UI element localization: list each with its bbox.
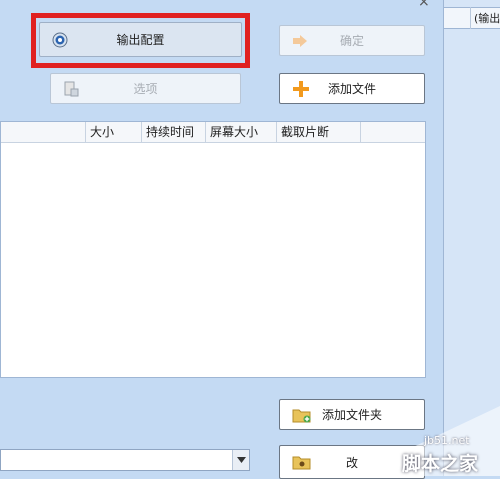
- right-panel-header: (输出: [444, 7, 500, 29]
- column-header-empty: [360, 122, 426, 142]
- folder-icon: [292, 454, 312, 470]
- table-header: 大小 持续时间 屏幕大小 截取片断: [1, 122, 425, 143]
- column-header-screen-size[interactable]: 屏幕大小: [205, 122, 276, 142]
- plus-icon: [292, 80, 310, 98]
- add-file-label: 添加文件: [327, 82, 376, 96]
- options-label: 选项: [133, 82, 158, 96]
- right-panel-header-label: (输出: [474, 12, 500, 25]
- main-panel: × 输出配置 确定 选项 添加文件 大小 持续时间 屏幕大小 截取片断 添加文件…: [0, 0, 443, 479]
- close-icon[interactable]: ×: [418, 0, 430, 10]
- file-table[interactable]: 大小 持续时间 屏幕大小 截取片断: [0, 121, 426, 378]
- right-panel: (输出: [443, 0, 500, 476]
- add-file-button[interactable]: 添加文件: [279, 73, 425, 104]
- options-icon: [63, 81, 79, 97]
- confirm-label: 确定: [339, 34, 364, 48]
- chevron-down-icon[interactable]: [232, 450, 249, 470]
- confirm-button[interactable]: 确定: [279, 25, 425, 56]
- watermark-url: jb51.net: [424, 434, 470, 447]
- output-format-dropdown[interactable]: [0, 449, 250, 471]
- folder-add-icon: [292, 407, 312, 423]
- arrow-right-icon: [292, 34, 308, 48]
- options-button[interactable]: 选项: [50, 73, 241, 104]
- watermark-text: 脚本之家: [402, 453, 479, 475]
- column-header-size[interactable]: 大小: [85, 122, 141, 142]
- column-header-clip[interactable]: 截取片断: [276, 122, 360, 142]
- column-header-duration[interactable]: 持续时间: [141, 122, 205, 142]
- red-highlight-box: [31, 13, 250, 68]
- column-divider: [470, 7, 471, 29]
